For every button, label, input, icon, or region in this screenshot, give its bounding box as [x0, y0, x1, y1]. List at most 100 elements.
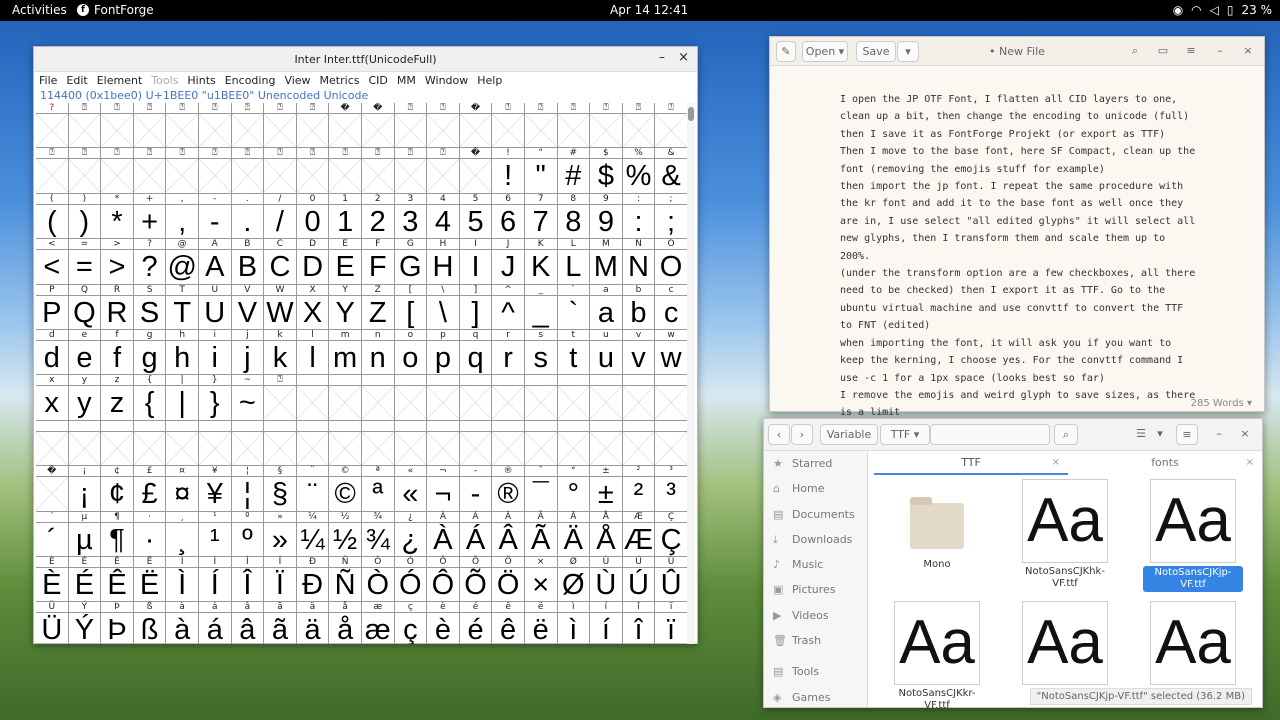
glyph-cell[interactable]	[231, 420, 265, 467]
glyph-cell[interactable]: 33	[394, 193, 428, 240]
activities-button[interactable]: Activities	[12, 3, 67, 17]
glyph-cell[interactable]: íí	[590, 602, 623, 644]
menu-window[interactable]: Window	[425, 74, 468, 90]
glyph-cell[interactable]	[296, 375, 330, 421]
glyph-cell[interactable]: rr	[492, 329, 525, 376]
glyph-cell[interactable]: hh	[166, 329, 199, 376]
glyph-cell[interactable]: bb	[622, 284, 656, 330]
glyph-cell[interactable]: · ·	[133, 511, 167, 557]
glyph-cell[interactable]	[166, 420, 199, 467]
glyph-cell[interactable]: nn	[361, 329, 395, 376]
glyph-cell[interactable]: µµ	[68, 511, 102, 557]
glyph-cell[interactable]: ⍰	[264, 375, 297, 421]
glyph-cell[interactable]: �	[459, 103, 493, 149]
glyph-cell[interactable]	[394, 420, 428, 467]
close-icon[interactable]: ×	[1238, 424, 1252, 445]
file-item[interactable]: Aa NotoSansCJKhk-VF.ttf	[1015, 479, 1115, 590]
glyph-cell[interactable]: aa	[590, 284, 623, 330]
path-variable[interactable]: Variable	[820, 424, 878, 445]
minimize-icon[interactable]: –	[659, 50, 665, 64]
glyph-cell[interactable]: ⍰	[655, 103, 688, 149]
glyph-cell[interactable]: ⍰	[133, 103, 167, 149]
menu-file[interactable]: File	[39, 74, 57, 90]
glyph-cell[interactable]: ¨ ¨	[296, 466, 330, 512]
menu-element[interactable]: Element	[97, 74, 143, 90]
glyph-cell[interactable]: áá	[198, 602, 232, 644]
scroll-thumb[interactable]	[688, 107, 694, 121]
glyph-cell[interactable]: EE	[329, 239, 362, 285]
glyph-cell[interactable]: ¬ ¬	[427, 466, 460, 512]
glyph-cell[interactable]: 77	[524, 193, 558, 240]
glyph-cell[interactable]: _ _	[524, 284, 558, 330]
glyph-cell[interactable]: ii	[198, 329, 232, 376]
glyph-cell[interactable]: uu	[590, 329, 623, 376]
glyph-cell[interactable]: NN	[622, 239, 656, 285]
glyph-cell[interactable]	[655, 420, 688, 467]
glyph-cell[interactable]: > >	[101, 239, 134, 285]
glyph-cell[interactable]: ¸ ¸	[166, 511, 199, 557]
glyph-cell[interactable]: ½½	[329, 511, 362, 557]
glyph-cell[interactable]: ⍰	[264, 103, 297, 149]
glyph-cell[interactable]: DD	[296, 239, 330, 285]
glyph-cell[interactable]: ⍰	[101, 103, 134, 149]
glyph-cell[interactable]: MM	[590, 239, 623, 285]
glyph-cell[interactable]: vv	[622, 329, 656, 376]
glyph-cell[interactable]: ]]	[459, 284, 493, 330]
glyph-cell[interactable]: éé	[459, 602, 493, 644]
glyph-cell[interactable]: ss	[524, 329, 558, 376]
glyph-cell[interactable]: TT	[166, 284, 199, 330]
glyph-cell[interactable]: ee	[68, 329, 102, 376]
glyph-cell[interactable]	[264, 420, 297, 467]
glyph-cell[interactable]: ØØ	[557, 556, 591, 603]
path-ttf[interactable]: TTF ▾	[880, 424, 930, 445]
glyph-cell[interactable]: WW	[264, 284, 297, 330]
glyph-cell[interactable]: ??	[133, 239, 167, 285]
glyph-cell[interactable]: oo	[394, 329, 428, 376]
glyph-cell[interactable]: " "	[524, 148, 558, 194]
glyph-cell[interactable]: ÉÉ	[68, 556, 102, 603]
menu-metrics[interactable]: Metrics	[320, 74, 360, 90]
glyph-cell[interactable]	[524, 375, 558, 421]
menu-encoding[interactable]: Encoding	[225, 74, 276, 90]
title-bar[interactable]: Inter Inter.ttf(UnicodeFull) – ×	[34, 47, 697, 72]
glyph-cell[interactable]: CC	[264, 239, 297, 285]
glyph-cell[interactable]: }}	[198, 375, 232, 421]
glyph-cell[interactable]: èè	[427, 602, 460, 644]
glyph-cell[interactable]: ÑÑ	[329, 556, 362, 603]
minimize-icon[interactable]: –	[1212, 424, 1226, 445]
glyph-cell[interactable]: = =	[68, 239, 102, 285]
glyph-cell[interactable]: ÛÛ	[655, 556, 688, 603]
glyph-cell[interactable]	[557, 420, 591, 467]
sidebar-item-videos[interactable]: ▶ Videos	[764, 603, 867, 628]
glyph-cell[interactable]	[427, 375, 460, 421]
glyph-cell[interactable]: ww	[655, 329, 688, 376]
glyph-cell[interactable]: ((	[36, 193, 69, 240]
glyph-cell[interactable]: ⍰	[133, 148, 167, 194]
glyph-cell[interactable]: ÒÒ	[361, 556, 395, 603]
glyph-cell[interactable]: ²²	[622, 466, 656, 512]
glyph-cell[interactable]: ââ	[231, 602, 265, 644]
glyph-cell[interactable]: ff	[101, 329, 134, 376]
glyph-cell[interactable]: ¾¾	[361, 511, 395, 557]
folder-item[interactable]: Mono	[887, 479, 987, 571]
glyph-cell[interactable]: RR	[101, 284, 134, 330]
glyph-cell[interactable]: ::	[622, 193, 656, 240]
glyph-cell[interactable]: ÊÊ	[101, 556, 134, 603]
glyph-cell[interactable]: ÌÌ	[166, 556, 199, 603]
glyph-cell[interactable]: VV	[231, 284, 265, 330]
glyph-cell[interactable]: ëë	[524, 602, 558, 644]
glyph-cell[interactable]: ¦ ¦	[231, 466, 265, 512]
glyph-cell[interactable]: KK	[524, 239, 558, 285]
file-item[interactable]: Aa NotoSansCJKjp-VF.ttf	[1143, 479, 1243, 592]
text-area[interactable]: I open the JP OTF Font, I flatten all CI…	[840, 91, 1200, 457]
search-icon[interactable]: ⌕	[1124, 41, 1146, 62]
glyph-cell[interactable]: ⍰	[524, 103, 558, 149]
path-bar-space[interactable]	[930, 424, 1050, 445]
glyph-cell[interactable]: ⍰	[231, 148, 265, 194]
menu-icon[interactable]: ≡	[1180, 41, 1202, 62]
glyph-cell[interactable]: ⍰	[198, 148, 232, 194]
glyph-cell[interactable]: àà	[166, 602, 199, 644]
glyph-cell[interactable]: ÃÃ	[524, 511, 558, 557]
glyph-cell[interactable]: ¥ ¥	[198, 466, 232, 512]
glyph-cell[interactable]: !!	[492, 148, 525, 194]
